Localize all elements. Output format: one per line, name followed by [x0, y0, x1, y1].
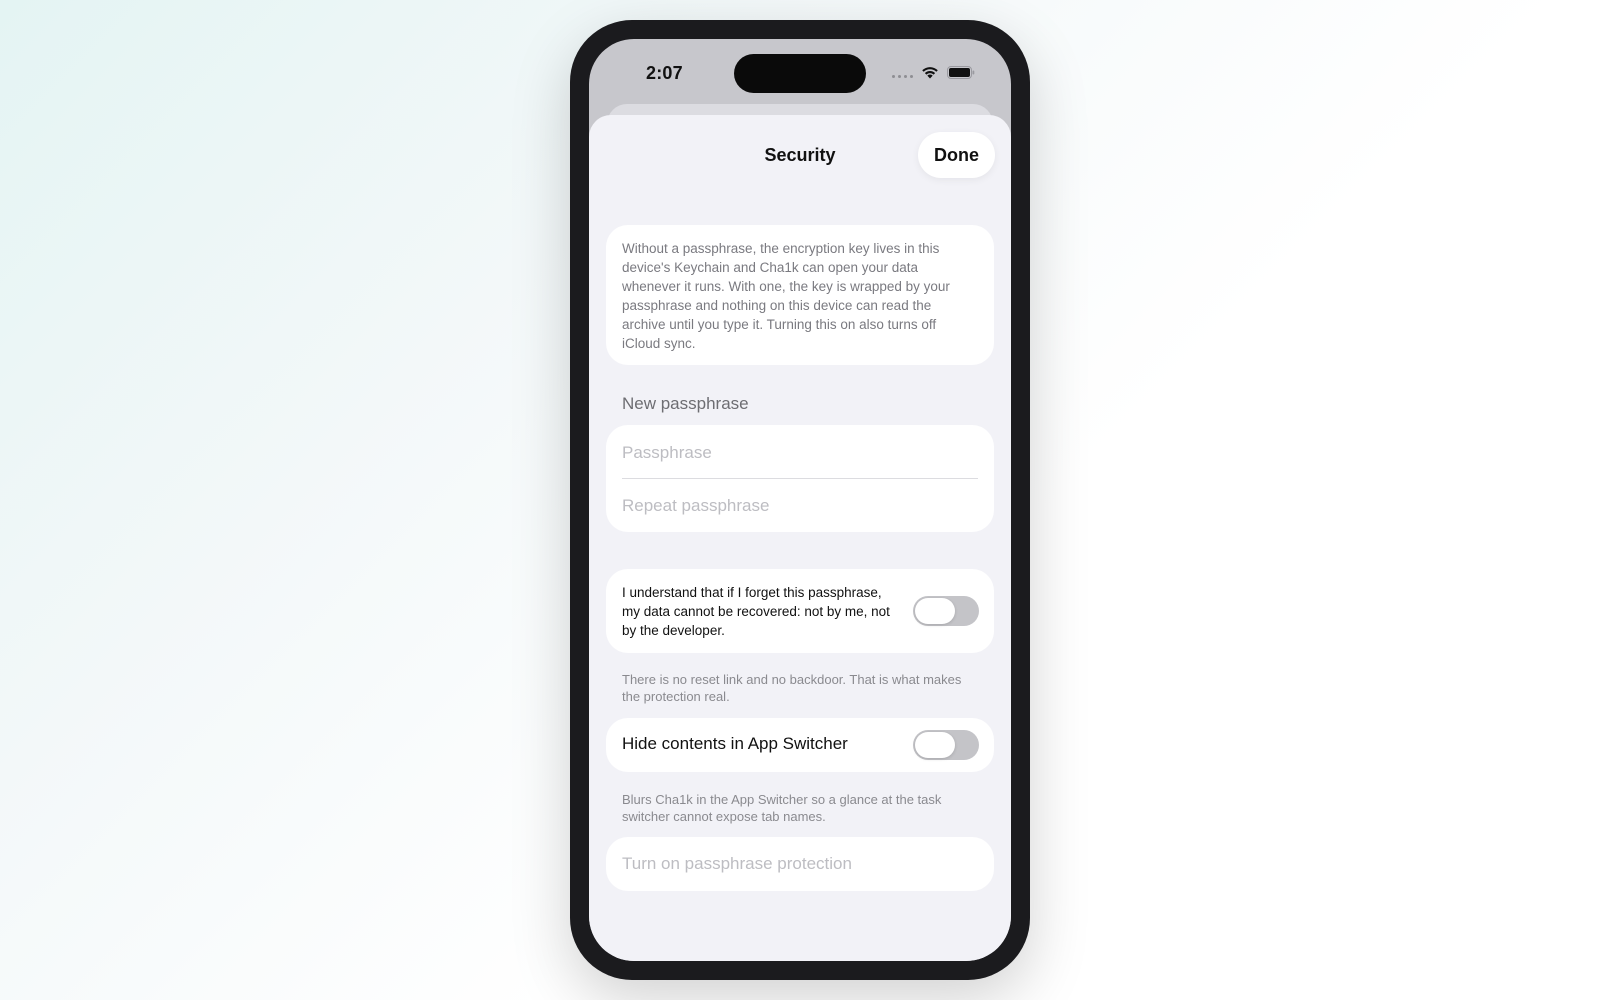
status-bar: 2:07: [589, 39, 1011, 109]
info-card: Without a passphrase, the encryption key…: [606, 225, 994, 365]
app-switcher-toggle[interactable]: [913, 730, 979, 760]
divider: [622, 478, 978, 479]
wifi-icon: [922, 67, 938, 79]
battery-icon: [947, 65, 975, 79]
toggle-knob: [915, 598, 955, 624]
toggle-knob: [915, 732, 955, 758]
status-icons: [892, 65, 975, 79]
acknowledge-footnote: There is no reset link and no backdoor. …: [622, 672, 962, 704]
security-sheet: Security Done Without a passphrase, the …: [589, 115, 1011, 961]
done-button[interactable]: Done: [918, 132, 995, 178]
phone-screen: 2:07 Security Done Without a passphrase,…: [589, 39, 1011, 961]
app-switcher-footnote: Blurs Cha1k in the App Switcher so a gla…: [622, 792, 942, 824]
passphrase-input[interactable]: [622, 431, 978, 475]
repeat-passphrase-input[interactable]: [622, 484, 978, 528]
turn-on-protection-label: Turn on passphrase protection: [622, 854, 852, 873]
cellular-signal-icon: [892, 66, 913, 78]
acknowledge-text: I understand that if I forget this passp…: [622, 585, 890, 638]
passphrase-card: [606, 425, 994, 532]
dynamic-island: [734, 54, 866, 93]
turn-on-protection-button[interactable]: Turn on passphrase protection: [606, 837, 994, 891]
acknowledge-card: I understand that if I forget this passp…: [606, 569, 994, 653]
acknowledge-toggle[interactable]: [913, 596, 979, 626]
app-switcher-card: Hide contents in App Switcher: [606, 718, 994, 772]
app-switcher-label: Hide contents in App Switcher: [622, 734, 848, 753]
phone-frame: 2:07 Security Done Without a passphrase,…: [570, 20, 1030, 980]
new-passphrase-header: New passphrase: [622, 394, 749, 413]
status-time: 2:07: [646, 63, 683, 83]
info-text: Without a passphrase, the encryption key…: [622, 241, 950, 351]
